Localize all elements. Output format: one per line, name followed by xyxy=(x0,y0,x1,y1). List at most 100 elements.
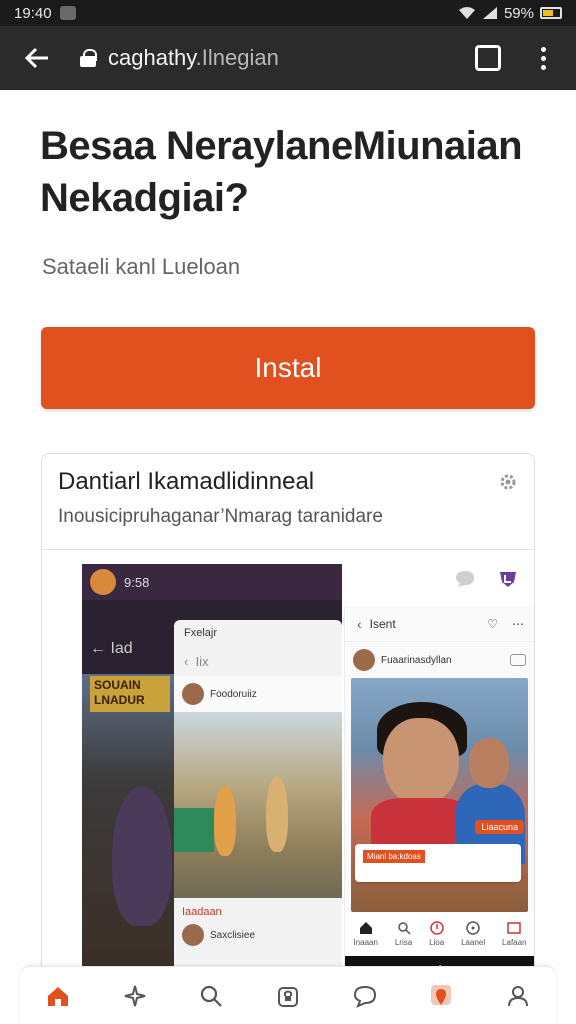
app-logo-icon[interactable] xyxy=(498,570,518,588)
home-icon xyxy=(359,922,372,934)
overlay-section-label: Iaadaan xyxy=(182,906,222,918)
market-street-image xyxy=(174,712,342,898)
signal-icon xyxy=(482,7,497,19)
bookmark-icon[interactable] xyxy=(510,654,526,666)
tab-label: Lioa xyxy=(429,938,445,947)
avatar xyxy=(353,649,375,671)
nav-locked[interactable] xyxy=(268,976,308,1016)
chevron-left-icon[interactable]: ‹ xyxy=(184,654,196,669)
overlay-row: Saxclisiee xyxy=(174,918,342,952)
tab-activity[interactable]: Laanel xyxy=(461,921,485,947)
battery-icon xyxy=(540,7,562,19)
comment-chip: Mianl ba:kdoas xyxy=(363,850,425,863)
url-path: .Ilnegian xyxy=(195,45,279,70)
nav-search[interactable] xyxy=(191,976,231,1016)
chat-bubble-icon[interactable] xyxy=(454,570,476,588)
nav-map[interactable] xyxy=(421,976,461,1016)
market-stall xyxy=(174,808,214,852)
clock-icon xyxy=(466,921,480,935)
sparkle-icon xyxy=(124,985,146,1006)
nav-discover[interactable] xyxy=(115,976,155,1016)
card-subtitle: Inousicipruhaganar’Nmarag taranidare xyxy=(58,506,383,527)
card-divider xyxy=(42,549,534,550)
gear-icon[interactable] xyxy=(498,472,518,492)
chat-icon xyxy=(353,985,376,1008)
tab-alerts[interactable]: Lioa xyxy=(429,921,444,947)
status-time: 19:40 xyxy=(14,4,52,22)
url-domain: caghathy xyxy=(108,45,196,70)
page-subtitle: Sataeli kanl Lueloan xyxy=(42,254,241,279)
avatar xyxy=(182,924,204,946)
bottom-nav xyxy=(20,966,556,1024)
avatar xyxy=(182,683,204,705)
arrow-left-icon xyxy=(24,47,48,69)
status-bar: 19:40 59% xyxy=(0,0,576,26)
tab-label: Lrisa xyxy=(394,938,413,947)
avatar xyxy=(90,569,116,595)
overflow-menu-button[interactable] xyxy=(541,46,546,70)
right-post-header: Fuaarinasdyllan xyxy=(345,642,534,678)
heart-icon[interactable]: ♡ xyxy=(487,617,498,631)
tab-profile[interactable]: Lafaan xyxy=(502,921,527,947)
tab-label: Laanel xyxy=(461,938,486,947)
card-title: Dantiarl Ikamadlidinneal xyxy=(58,468,315,495)
girl-portrait-image: Liaacuna Mianl ba:kdoas xyxy=(351,678,528,912)
tab-label: Inaaan xyxy=(353,938,378,947)
person-figure xyxy=(214,786,236,856)
nav-messages[interactable] xyxy=(345,976,385,1016)
chevron-left-icon: ← xyxy=(90,640,111,657)
tab-search[interactable]: Lrisa xyxy=(395,921,412,947)
screenshot-left: 9:58 ← Iad SOUAIN LNADUR Fxelajr ‹ Iix F… xyxy=(82,564,342,982)
overlay-nav: ‹ Iix xyxy=(174,646,342,676)
overlay-post-author: Foodoruiiz xyxy=(210,688,257,700)
overlay-nav-label: Iix xyxy=(195,653,209,669)
url-bar[interactable]: caghathy.Ilnegian xyxy=(108,45,279,71)
chevron-left-icon[interactable]: ‹ xyxy=(357,616,362,632)
nav-profile[interactable] xyxy=(498,976,538,1016)
page-title: Besaa NeraylaneMiunaian Nekadgiai? xyxy=(40,124,523,220)
left-status-time: 9:58 xyxy=(124,574,150,590)
right-header-label: Isent xyxy=(369,616,396,631)
browser-toolbar: caghathy.Ilnegian xyxy=(0,26,576,90)
overlay-post-card: Fxelajr ‹ Iix Foodoruiiz Iaadaan Saxclis… xyxy=(174,620,342,982)
comment-bubble: Mianl ba:kdoas xyxy=(355,844,521,882)
person-figure xyxy=(266,776,288,852)
right-top-icons xyxy=(454,570,518,588)
screenshot-right: ‹ Isent ♡ ⋯ Fuaarinasdyllan Liaacuna Mia… xyxy=(344,606,534,982)
profile-icon xyxy=(507,985,528,1006)
overlay-header: Fxelajr xyxy=(184,627,218,639)
search-icon xyxy=(397,922,411,935)
more-icon[interactable]: ⋯ xyxy=(512,617,524,631)
tab-label: Lafaan xyxy=(502,938,527,947)
overlay-post-header: Foodoruiiz xyxy=(174,676,342,712)
home-icon xyxy=(48,986,69,1006)
map-pin-icon xyxy=(431,984,452,1005)
left-nav-label: Iad xyxy=(110,640,133,657)
nav-home[interactable] xyxy=(38,976,78,1016)
inbox-icon xyxy=(507,922,522,934)
shop-sign: SOUAIN LNADUR xyxy=(90,676,170,712)
left-status: 9:58 xyxy=(82,564,342,600)
right-post-author: Fuaarinasdyllan xyxy=(381,654,452,666)
lock-icon xyxy=(80,49,97,67)
face-shape xyxy=(383,718,459,806)
alert-icon xyxy=(429,921,444,935)
right-tab-bar: Inaaan Lrisa Lioa Laanel Lafaan xyxy=(345,912,534,956)
notification-icon xyxy=(59,6,76,20)
search-icon xyxy=(201,985,223,1007)
boy-face-shape xyxy=(469,738,509,788)
person-figure xyxy=(112,786,172,926)
tab-home[interactable]: Inaaan xyxy=(353,921,378,947)
app-preview-card: Dantiarl Ikamadlidinneal Inousicipruhaga… xyxy=(41,453,535,983)
back-button[interactable] xyxy=(0,26,74,90)
left-nav: ← Iad xyxy=(82,624,182,674)
status-icons: 59% xyxy=(458,5,562,22)
lock-icon xyxy=(277,986,298,1007)
battery-percent: 59% xyxy=(503,4,534,22)
image-tag: Liaacuna xyxy=(475,820,524,834)
wifi-icon xyxy=(458,7,475,19)
overlay-row-text: Saxclisiee xyxy=(210,929,256,941)
install-button[interactable]: Instal xyxy=(41,327,535,409)
tabs-button[interactable] xyxy=(475,45,501,71)
right-header: ‹ Isent ♡ ⋯ xyxy=(345,606,534,642)
